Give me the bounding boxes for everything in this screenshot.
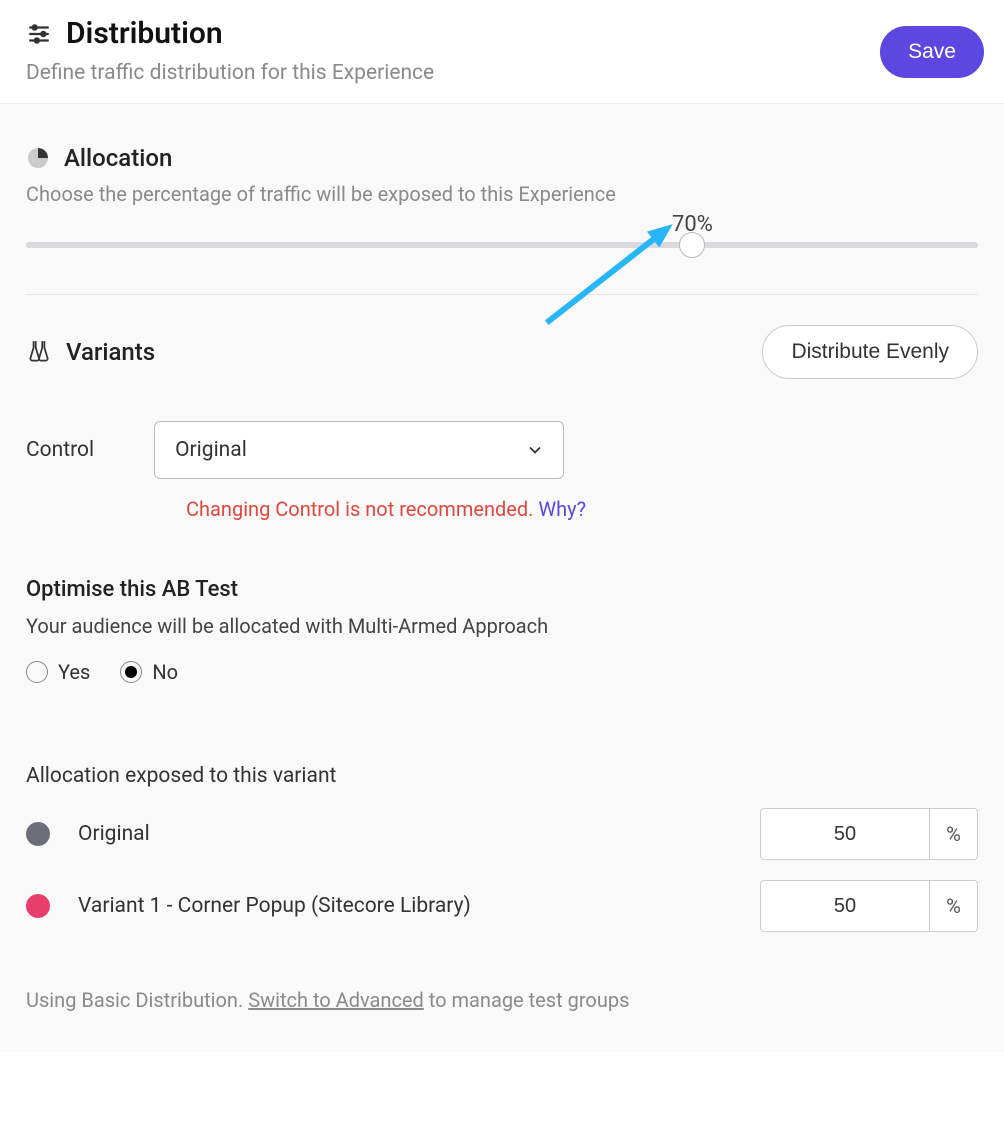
optimise-block: Optimise this AB Test Your audience will…: [26, 577, 978, 684]
variant-name: Variant 1 - Corner Popup (Sitecore Libra…: [78, 894, 471, 918]
percent-unit: %: [930, 880, 978, 932]
footer-prefix: Using Basic Distribution.: [26, 988, 248, 1012]
divider: [26, 294, 978, 295]
optimise-description: Your audience will be allocated with Mul…: [26, 614, 978, 638]
pie-chart-icon: [26, 146, 50, 170]
footer-note: Using Basic Distribution. Switch to Adva…: [26, 988, 978, 1012]
sliders-icon: [26, 21, 52, 47]
page-title: Distribution: [66, 16, 223, 51]
body-area: Allocation Choose the percentage of traf…: [0, 104, 1004, 1052]
annotation-arrow-icon: [537, 212, 684, 337]
switch-to-advanced-link[interactable]: Switch to Advanced: [248, 988, 424, 1012]
slider-thumb[interactable]: [679, 232, 705, 258]
allocation-title: Allocation: [64, 144, 172, 172]
allocation-row: Variant 1 - Corner Popup (Sitecore Libra…: [26, 880, 978, 932]
variant-name: Original: [78, 822, 150, 846]
control-warning-row: Changing Control is not recommended. Why…: [186, 497, 978, 521]
allocation-row: Original %: [26, 808, 978, 860]
allocation-header: Allocation: [26, 144, 978, 172]
variant-color-dot: [26, 822, 50, 846]
slider-fill: [26, 242, 692, 248]
radio-yes-label: Yes: [58, 660, 90, 684]
optimise-title: Optimise this AB Test: [26, 577, 978, 602]
why-link[interactable]: Why?: [538, 497, 586, 521]
variant-color-dot: [26, 894, 50, 918]
variants-title: Variants: [66, 338, 155, 366]
variant-allocation-input[interactable]: [760, 880, 930, 932]
variant-allocation-input[interactable]: [760, 808, 930, 860]
page-subtitle: Define traffic distribution for this Exp…: [26, 61, 434, 85]
header-left: Distribution Define traffic distribution…: [26, 16, 434, 85]
allocation-rows: Original % Variant 1 - Corner Popup (Sit…: [26, 808, 978, 932]
distribute-evenly-button[interactable]: Distribute Evenly: [762, 325, 978, 379]
variants-header: Variants Distribute Evenly: [26, 325, 978, 379]
radio-circle: [120, 661, 142, 683]
save-button[interactable]: Save: [880, 26, 984, 78]
allocation-slider[interactable]: 70%: [26, 242, 978, 248]
optimise-radio-group: Yes No: [26, 660, 978, 684]
control-label: Control: [26, 438, 94, 462]
slider-track: [26, 242, 978, 248]
percent-unit: %: [930, 808, 978, 860]
control-select[interactable]: Original: [154, 421, 564, 479]
allocation-table-title: Allocation exposed to this variant: [26, 764, 978, 788]
radio-no[interactable]: No: [120, 660, 178, 684]
radio-yes[interactable]: Yes: [26, 660, 90, 684]
radio-dot: [125, 666, 137, 678]
allocation-description: Choose the percentage of traffic will be…: [26, 182, 978, 206]
radio-no-label: No: [152, 660, 178, 684]
chevron-down-icon: [525, 440, 545, 460]
radio-circle: [26, 661, 48, 683]
control-row: Control Original: [26, 421, 978, 479]
control-selected-value: Original: [175, 438, 247, 462]
footer-suffix: to manage test groups: [424, 988, 630, 1012]
page-header: Distribution Define traffic distribution…: [0, 0, 1004, 104]
flask-icon: [26, 339, 52, 365]
control-warning-text: Changing Control is not recommended.: [186, 497, 533, 521]
title-row: Distribution: [26, 16, 434, 51]
